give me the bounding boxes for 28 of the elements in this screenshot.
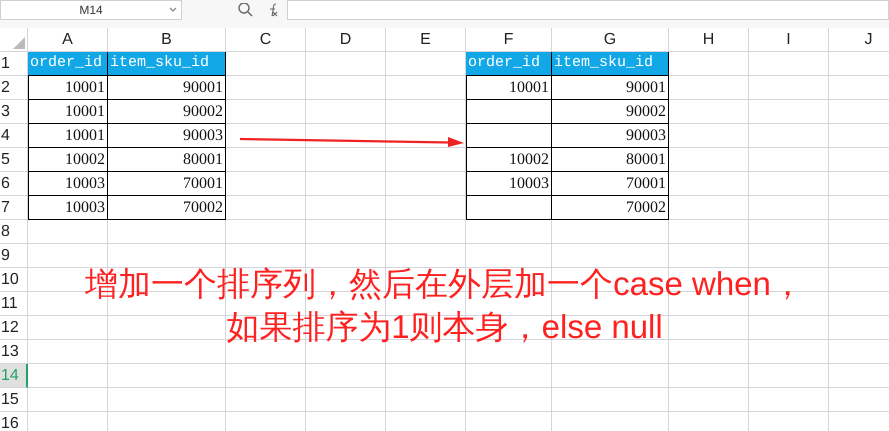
table-cell: 10001 (28, 100, 108, 124)
table-cell: 10001 (28, 76, 108, 100)
table-cell: 70002 (552, 196, 669, 220)
header-cell: item_sku_id (552, 52, 669, 76)
table-cell: 10003 (28, 196, 108, 220)
table-cell: 10001 (28, 124, 108, 148)
table-cell: 90003 (108, 124, 226, 148)
table-cell: 80001 (108, 148, 226, 172)
table-cell: 70001 (552, 172, 669, 196)
table-cell: 90002 (552, 100, 669, 124)
table-cell: 70002 (108, 196, 226, 220)
header-cell: order_id (28, 52, 108, 76)
table-cell: 90003 (552, 124, 669, 148)
table-cell: 10002 (28, 148, 108, 172)
table-cell: 90001 (108, 76, 226, 100)
table-cell: 90002 (108, 100, 226, 124)
table-cell: 80001 (552, 148, 669, 172)
name-box[interactable]: M14 (0, 0, 182, 20)
table-cell: 10002 (466, 148, 552, 172)
header-cell: order_id (466, 52, 552, 76)
table-cell: 90001 (552, 76, 669, 100)
annotation-text: 如果排序为1则本身，else null (226, 308, 663, 345)
table-cell: 10001 (466, 76, 552, 100)
table-cell: 10003 (466, 172, 552, 196)
annotation-text: 增加一个排序列，然后在外层加一个case when， (85, 265, 804, 302)
table-cell: 10003 (28, 172, 108, 196)
table-cell: 70001 (108, 172, 226, 196)
header-cell: item_sku_id (108, 52, 226, 76)
